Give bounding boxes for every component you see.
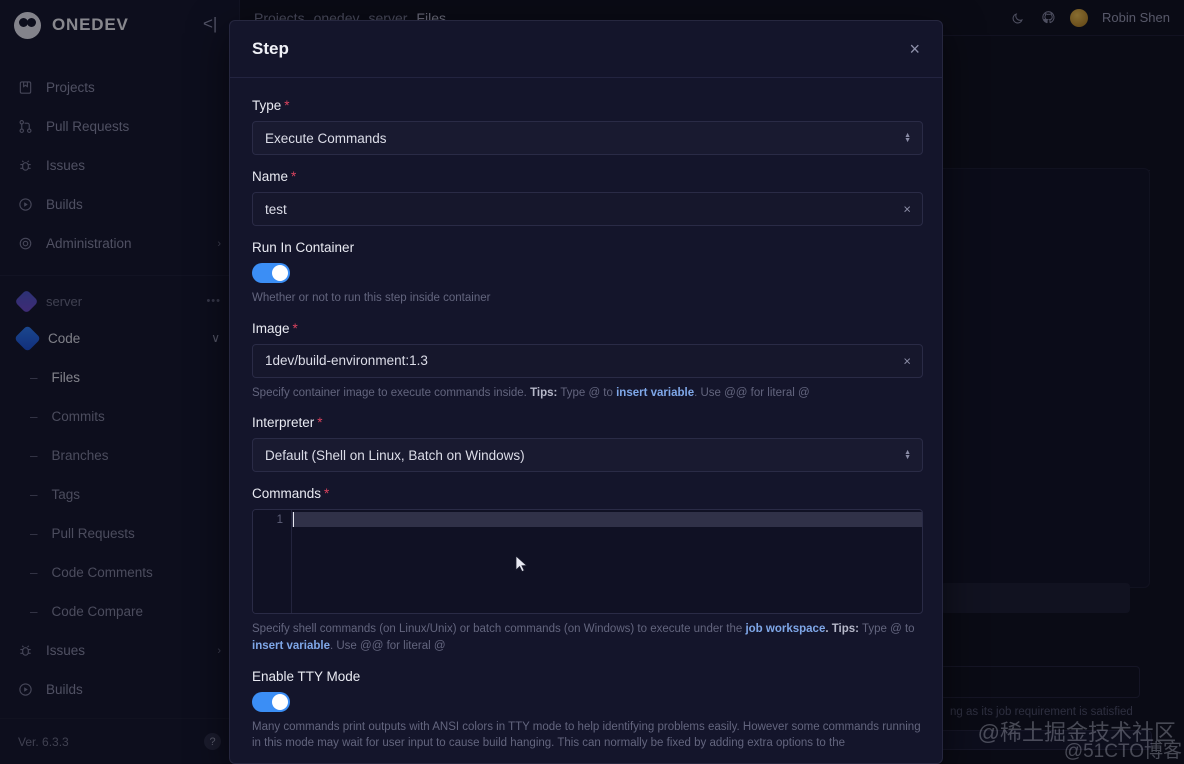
insert-variable-link[interactable]: insert variable [252, 640, 330, 652]
text-caret [293, 512, 294, 528]
field-interpreter-label: Interpreter * [252, 415, 920, 430]
tty-mode-toggle[interactable] [252, 691, 290, 712]
commands-editor[interactable]: 1 [252, 509, 923, 615]
type-select-value: Execute Commands [265, 130, 387, 146]
field-image: Image * 1dev/build-environment:1.3 × Spec… [252, 321, 923, 402]
field-type: Type * Execute Commands ▲ ▼ [252, 98, 923, 155]
run-in-container-toggle[interactable] [252, 263, 290, 283]
field-image-label: Image * [252, 321, 920, 336]
toggle-knob [272, 265, 288, 281]
label-text: Type [252, 98, 282, 113]
commands-code-area[interactable] [292, 510, 922, 613]
field-commands: Commands * 1 Specify shell commands (on L… [252, 486, 923, 654]
field-commands-label: Commands * [252, 486, 920, 501]
field-run-in-container-label: Run In Container [252, 240, 355, 255]
interpreter-select[interactable]: Default (Shell on Linux, Batch on Window… [252, 438, 923, 473]
field-run-in-container: Run In Container Whether or not to run t… [252, 240, 920, 307]
image-input-value: 1dev/build-environment:1.3 [265, 353, 428, 369]
label-text: Image [252, 320, 290, 336]
dialog-header: Step × [230, 21, 942, 78]
tty-mode-help: Many commands print outputs with ANSI co… [252, 720, 921, 750]
close-icon[interactable]: × [903, 202, 911, 217]
insert-variable-link[interactable]: insert variable [616, 387, 694, 399]
required-marker: * [317, 415, 323, 431]
toggle-knob [272, 693, 288, 710]
required-marker: * [284, 98, 290, 113]
commands-help: Specify shell commands (on Linux/Unix) o… [252, 621, 923, 654]
step-dialog: Step × Type * Execute Commands ▲ ▼ Name * [229, 20, 943, 764]
select-spinner-icon: ▲ ▼ [904, 449, 911, 462]
help-suffix: . Use @@ for literal @ [329, 640, 446, 653]
help-tips: . Tips: [825, 623, 859, 636]
help-mid: Type @ to [557, 386, 617, 399]
app-root: ONEDEV <| Projects Pull Requests Issues … [0, 0, 1184, 764]
label-text: Name [252, 169, 289, 184]
interpreter-select-value: Default (Shell on Linux, Batch on Window… [265, 447, 525, 463]
close-icon[interactable]: × [909, 40, 920, 58]
type-select[interactable]: Execute Commands ▲ ▼ [252, 121, 923, 155]
help-prefix: Specify shell commands (on Linux/Unix) o… [252, 623, 746, 636]
field-name: Name * test × [252, 169, 923, 226]
help-mid: Type @ to [859, 623, 915, 636]
required-marker: * [291, 169, 297, 184]
active-line-highlight [292, 512, 922, 528]
required-marker: * [292, 320, 298, 336]
name-input[interactable]: test × [252, 192, 923, 226]
help-suffix: . Use @@ for literal @ [694, 386, 810, 399]
field-tty-mode: Enable TTY Mode Many commands print outp… [252, 668, 921, 752]
line-number-gutter: 1 [253, 510, 292, 614]
field-type-label: Type * [252, 98, 920, 113]
field-name-label: Name * [252, 169, 920, 184]
help-tips: Tips: [530, 386, 558, 399]
dialog-body: Type * Execute Commands ▲ ▼ Name * test × [230, 78, 942, 763]
required-marker: * [324, 486, 330, 502]
label-text: Interpreter [252, 415, 315, 431]
dialog-title: Step [252, 39, 289, 58]
run-in-container-help: Whether or not to run this step inside c… [252, 292, 491, 304]
close-icon[interactable]: × [903, 353, 911, 368]
label-text: Commands [252, 486, 322, 502]
image-input[interactable]: 1dev/build-environment:1.3 × [252, 343, 923, 378]
help-prefix: Specify container image to execute comma… [252, 386, 531, 399]
job-workspace-link[interactable]: job workspace [745, 623, 825, 635]
image-help: Specify container image to execute comma… [252, 385, 923, 402]
field-tty-mode-label: Enable TTY Mode [252, 668, 361, 684]
select-spinner-icon: ▲ ▼ [904, 132, 911, 144]
name-input-value: test [265, 201, 287, 217]
field-interpreter: Interpreter * Default (Shell on Linux, Ba… [252, 415, 923, 473]
